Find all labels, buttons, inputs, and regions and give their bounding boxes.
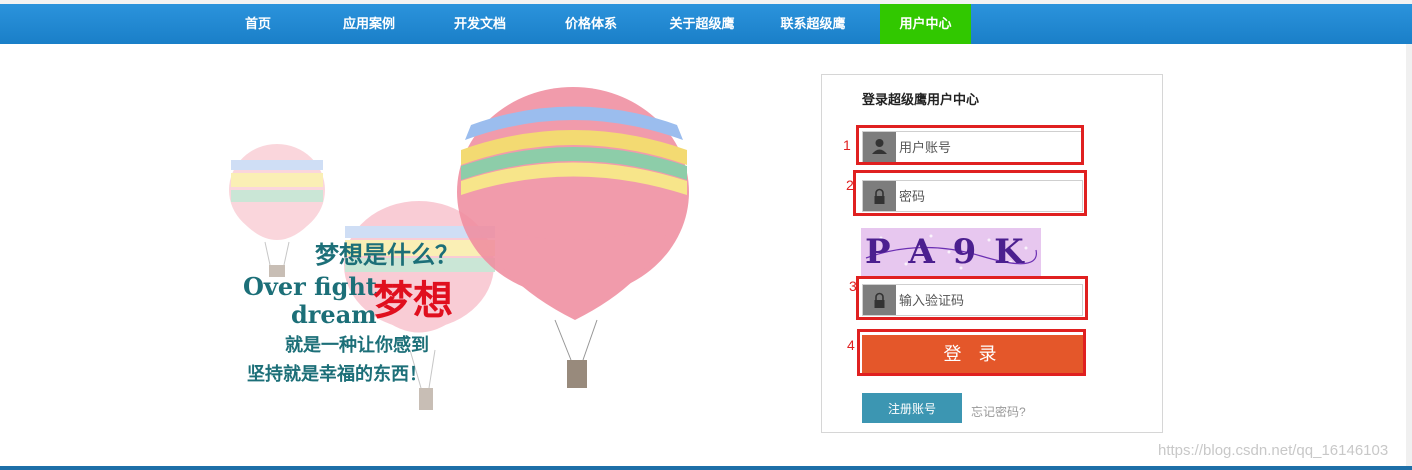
hero-question: 梦想是什么？	[315, 240, 459, 269]
annotation-box-4	[857, 329, 1086, 376]
footer-line	[0, 466, 1412, 470]
annotation-number-4: 4	[847, 337, 855, 353]
register-button[interactable]: 注册账号	[862, 393, 962, 423]
annotation-number-1: 1	[843, 137, 851, 153]
nav-item-cases[interactable]: 应用案例	[333, 4, 405, 44]
nav-item-home[interactable]: 首页	[232, 4, 284, 44]
nav-item-pricing[interactable]: 价格体系	[555, 4, 627, 44]
watermark: https://blog.csdn.net/qq_16146103	[1158, 442, 1389, 459]
annotation-box-2	[853, 170, 1087, 216]
small-balloon-left	[229, 144, 325, 277]
hero-english-1: Over fight	[243, 272, 377, 301]
captcha-text: P A 9 K	[865, 232, 1027, 272]
nav-item-contact[interactable]: 联系超级鹰	[769, 4, 857, 44]
hero-line-4: 坚持就是幸福的东西！	[247, 364, 427, 385]
forgot-password-link[interactable]: 忘记密码?	[971, 403, 1026, 420]
hero-line-3: 就是一种让你感到	[285, 335, 429, 356]
scrollbar-track[interactable]	[1406, 44, 1412, 466]
annotation-number-2: 2	[846, 177, 854, 193]
annotation-box-1	[856, 125, 1084, 165]
login-title: 登录超级鹰用户中心	[862, 92, 980, 107]
hero-banner: 梦想是什么？ Over fight dream 梦想 就是一种让你感到 坚持就是…	[225, 70, 705, 430]
main-nav: 首页 应用案例 开发文档 价格体系 关于超级鹰 联系超级鹰 用户中心	[0, 4, 1412, 44]
nav-item-docs[interactable]: 开发文档	[444, 4, 516, 44]
annotation-number-3: 3	[849, 278, 857, 294]
annotation-box-3	[856, 276, 1088, 320]
nav-item-about[interactable]: 关于超级鹰	[658, 4, 746, 44]
hero-highlight: 梦想	[373, 277, 453, 324]
large-balloon	[457, 87, 689, 388]
hero-english-2: dream	[291, 300, 377, 329]
nav-item-user-center[interactable]: 用户中心	[880, 4, 971, 44]
captcha-image[interactable]: P A 9 K	[861, 228, 1041, 276]
